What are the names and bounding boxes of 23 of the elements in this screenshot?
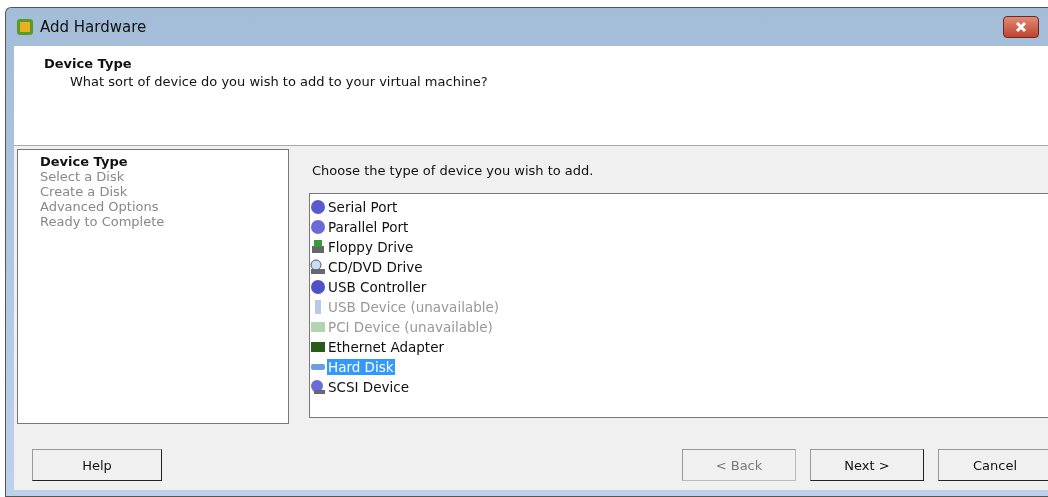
- app-logo-icon: [16, 18, 34, 36]
- device-item[interactable]: USB Controller: [327, 279, 428, 295]
- header-title: Device Type: [44, 56, 133, 71]
- device-item[interactable]: CD/DVD Drive: [327, 259, 424, 275]
- prompt-text: Choose the type of device you wish to add.: [311, 162, 595, 180]
- device-item[interactable]: Parallel Port: [327, 219, 410, 235]
- next-button[interactable]: Next >: [810, 449, 924, 481]
- header-subtitle: What sort of device do you wish to add to your virtual machine?: [69, 73, 489, 89]
- close-icon: [1015, 21, 1027, 33]
- step-item: Ready to Complete: [40, 214, 166, 229]
- device-item[interactable]: Serial Port: [327, 199, 399, 215]
- step-item: Select a Disk: [40, 169, 126, 184]
- device-item[interactable]: SCSI Device: [327, 379, 410, 395]
- step-item: Advanced Options: [40, 199, 160, 214]
- device-item[interactable]: Floppy Drive: [327, 239, 415, 255]
- help-button[interactable]: Help: [32, 449, 162, 481]
- window-title: Add Hardware: [40, 18, 148, 36]
- close-button[interactable]: [1003, 16, 1039, 38]
- device-item[interactable]: Ethernet Adapter: [327, 339, 445, 355]
- step-item: Create a Disk: [40, 184, 129, 199]
- step-item: Device Type: [40, 154, 129, 169]
- cancel-button[interactable]: Cancel: [938, 449, 1048, 481]
- floppy-drive-icon: [310, 239, 326, 255]
